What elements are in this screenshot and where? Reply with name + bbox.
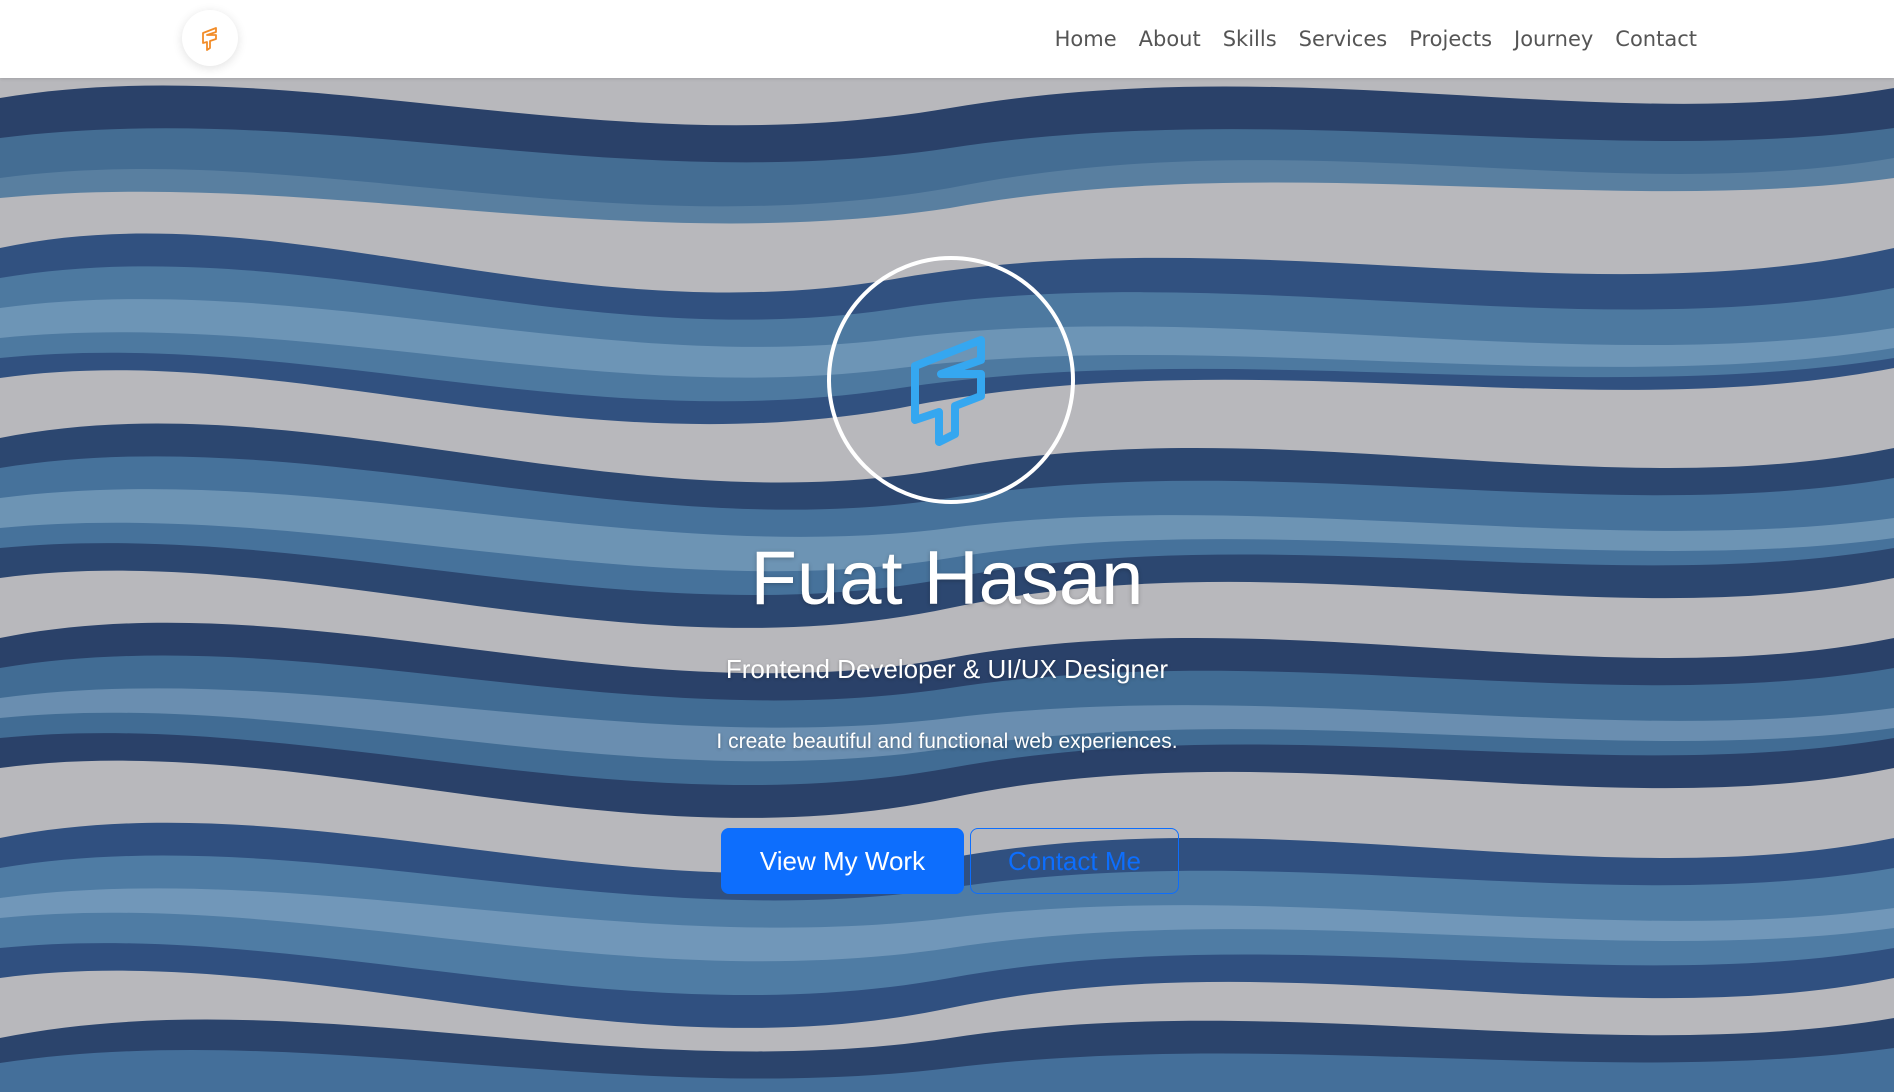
- nav-link-skills[interactable]: Skills: [1212, 27, 1288, 51]
- view-my-work-button[interactable]: View My Work: [721, 828, 964, 894]
- avatar: [827, 256, 1075, 504]
- nav-links: Home About Skills Services Projects Jour…: [1044, 0, 1708, 78]
- hero-subtitle: Frontend Developer & UI/UX Designer: [725, 654, 1169, 684]
- hero-section: Fuat Hasan Frontend Developer & UI/UX De…: [0, 78, 1894, 1092]
- logo-icon: [202, 27, 217, 51]
- navbar: Home About Skills Services Projects Jour…: [0, 0, 1894, 78]
- hero-tagline: I create beautiful and functional web ex…: [716, 730, 1178, 753]
- nav-link-journey[interactable]: Journey: [1503, 27, 1604, 51]
- hero-name: Fuat Hasan: [750, 536, 1144, 621]
- nav-link-home[interactable]: Home: [1044, 27, 1128, 51]
- nav-link-about[interactable]: About: [1128, 27, 1212, 51]
- nav-link-projects[interactable]: Projects: [1398, 27, 1503, 51]
- brand-logo[interactable]: [182, 10, 238, 66]
- logo-icon: [911, 336, 985, 446]
- nav-link-contact[interactable]: Contact: [1604, 27, 1708, 51]
- nav-link-services[interactable]: Services: [1288, 27, 1399, 51]
- contact-me-button[interactable]: Contact Me: [970, 828, 1179, 894]
